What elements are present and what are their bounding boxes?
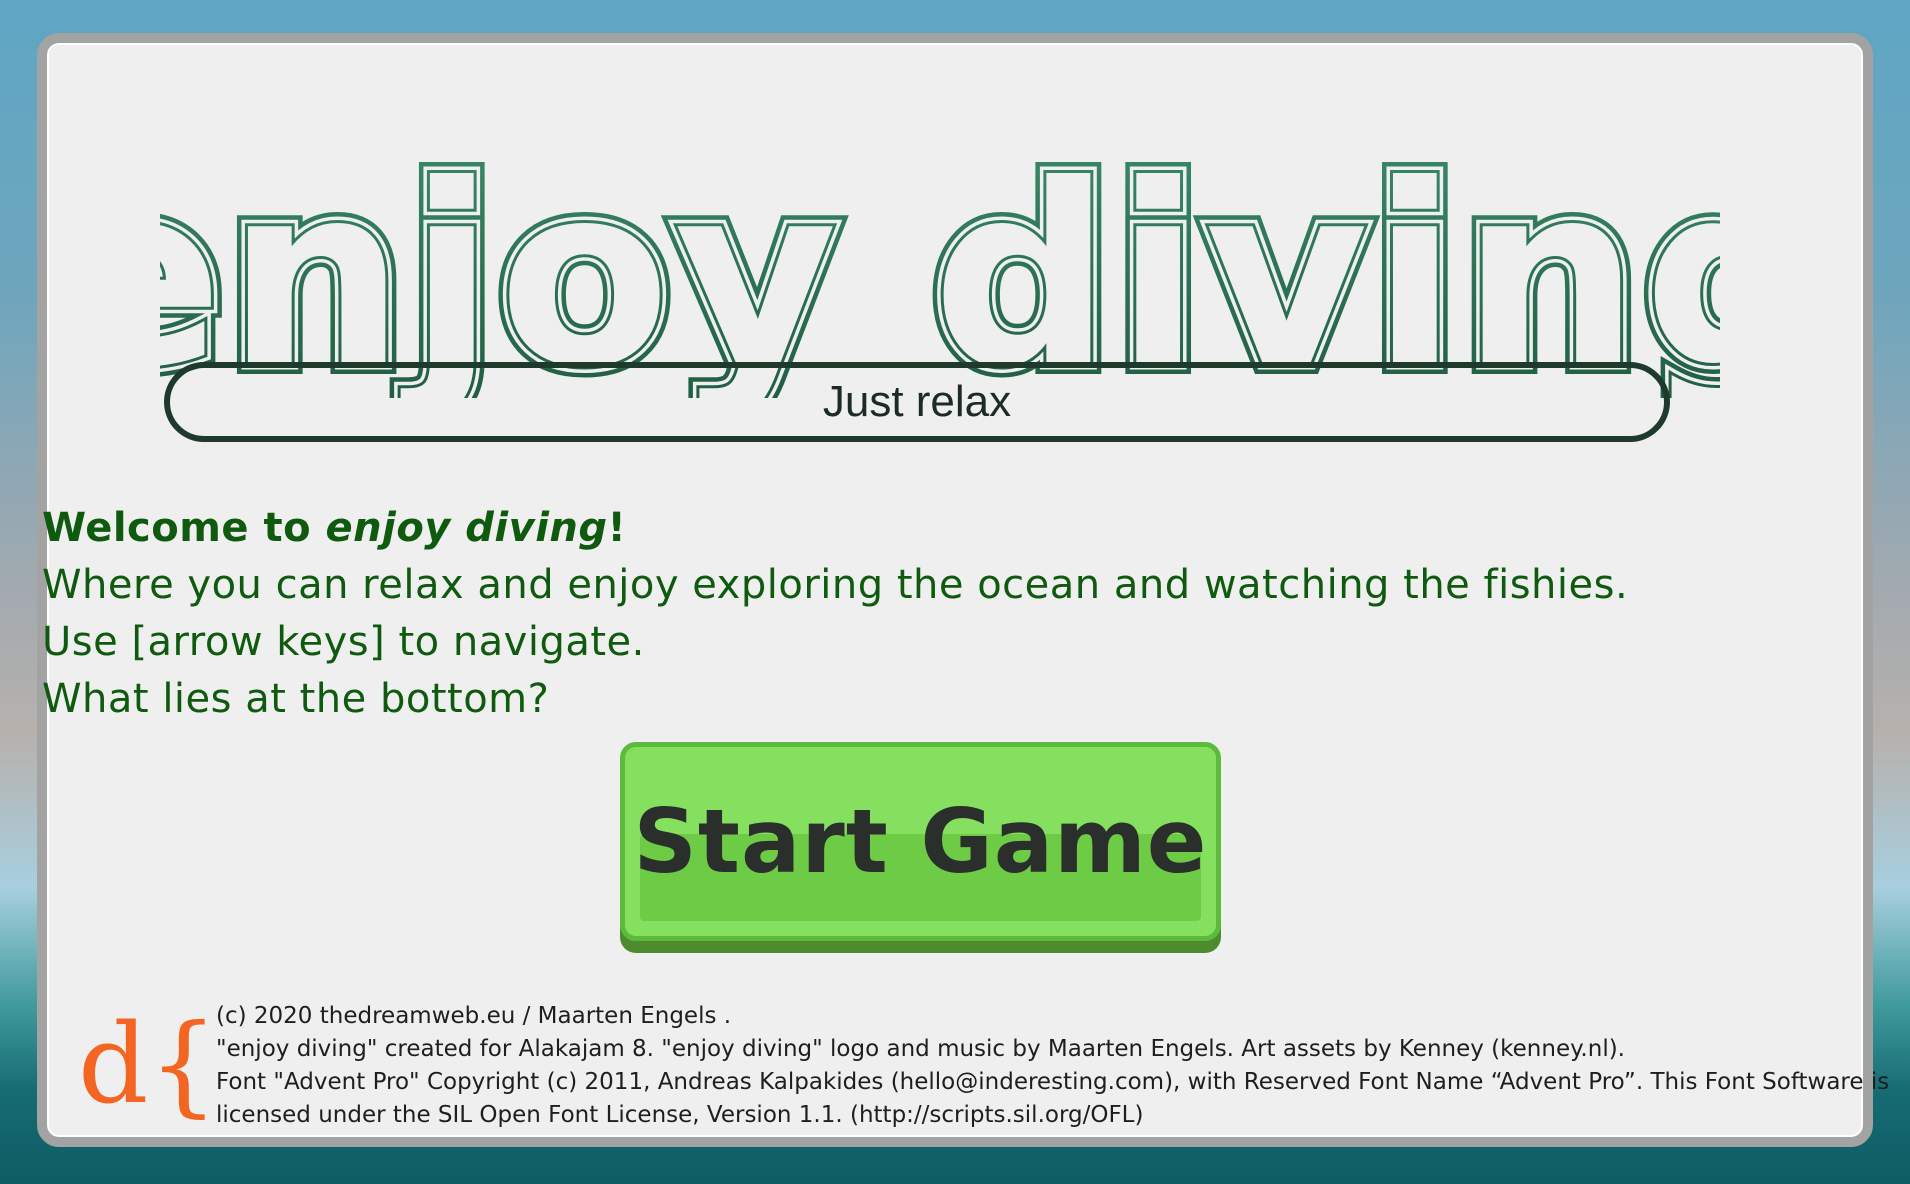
intro-line-question: What lies at the bottom?	[42, 676, 550, 722]
intro-line-description: Where you can relax and enjoy exploring …	[42, 562, 1629, 608]
intro-text: Welcome to enjoy diving! Where you can r…	[42, 500, 1742, 728]
intro-line-controls: Use [arrow keys] to navigate.	[42, 619, 645, 665]
game-logo: enjoy diving enjoy diving enjoy diving e…	[160, 138, 1720, 398]
welcome-suffix: !	[607, 505, 627, 551]
welcome-prefix: Welcome to	[42, 505, 326, 551]
start-game-button[interactable]: Start Game	[620, 742, 1221, 941]
credits-line-font: Font "Advent Pro" Copyright (c) 2011, An…	[216, 1069, 1890, 1095]
welcome-game-title: enjoy diving	[325, 505, 608, 551]
tagline-bar: Just relax	[164, 362, 1670, 442]
start-game-label: Start Game	[633, 790, 1208, 893]
tagline-text: Just relax	[822, 377, 1012, 426]
credits-line-copyright: (c) 2020 thedreamweb.eu / Maarten Engels…	[216, 1003, 732, 1029]
credits-line-license: licensed under the SIL Open Font License…	[216, 1102, 1144, 1128]
credits-line-assets: "enjoy diving" created for Alakajam 8. "…	[216, 1036, 1625, 1062]
welcome-line: Welcome to enjoy diving!	[42, 500, 1742, 557]
thedreamweb-logo-text: d{	[78, 1000, 206, 1128]
thedreamweb-logo-icon: d{	[76, 1000, 218, 1130]
credits-block: (c) 2020 thedreamweb.eu / Maarten Engels…	[216, 1000, 1890, 1132]
logo-fill: enjoy diving	[160, 138, 1720, 398]
